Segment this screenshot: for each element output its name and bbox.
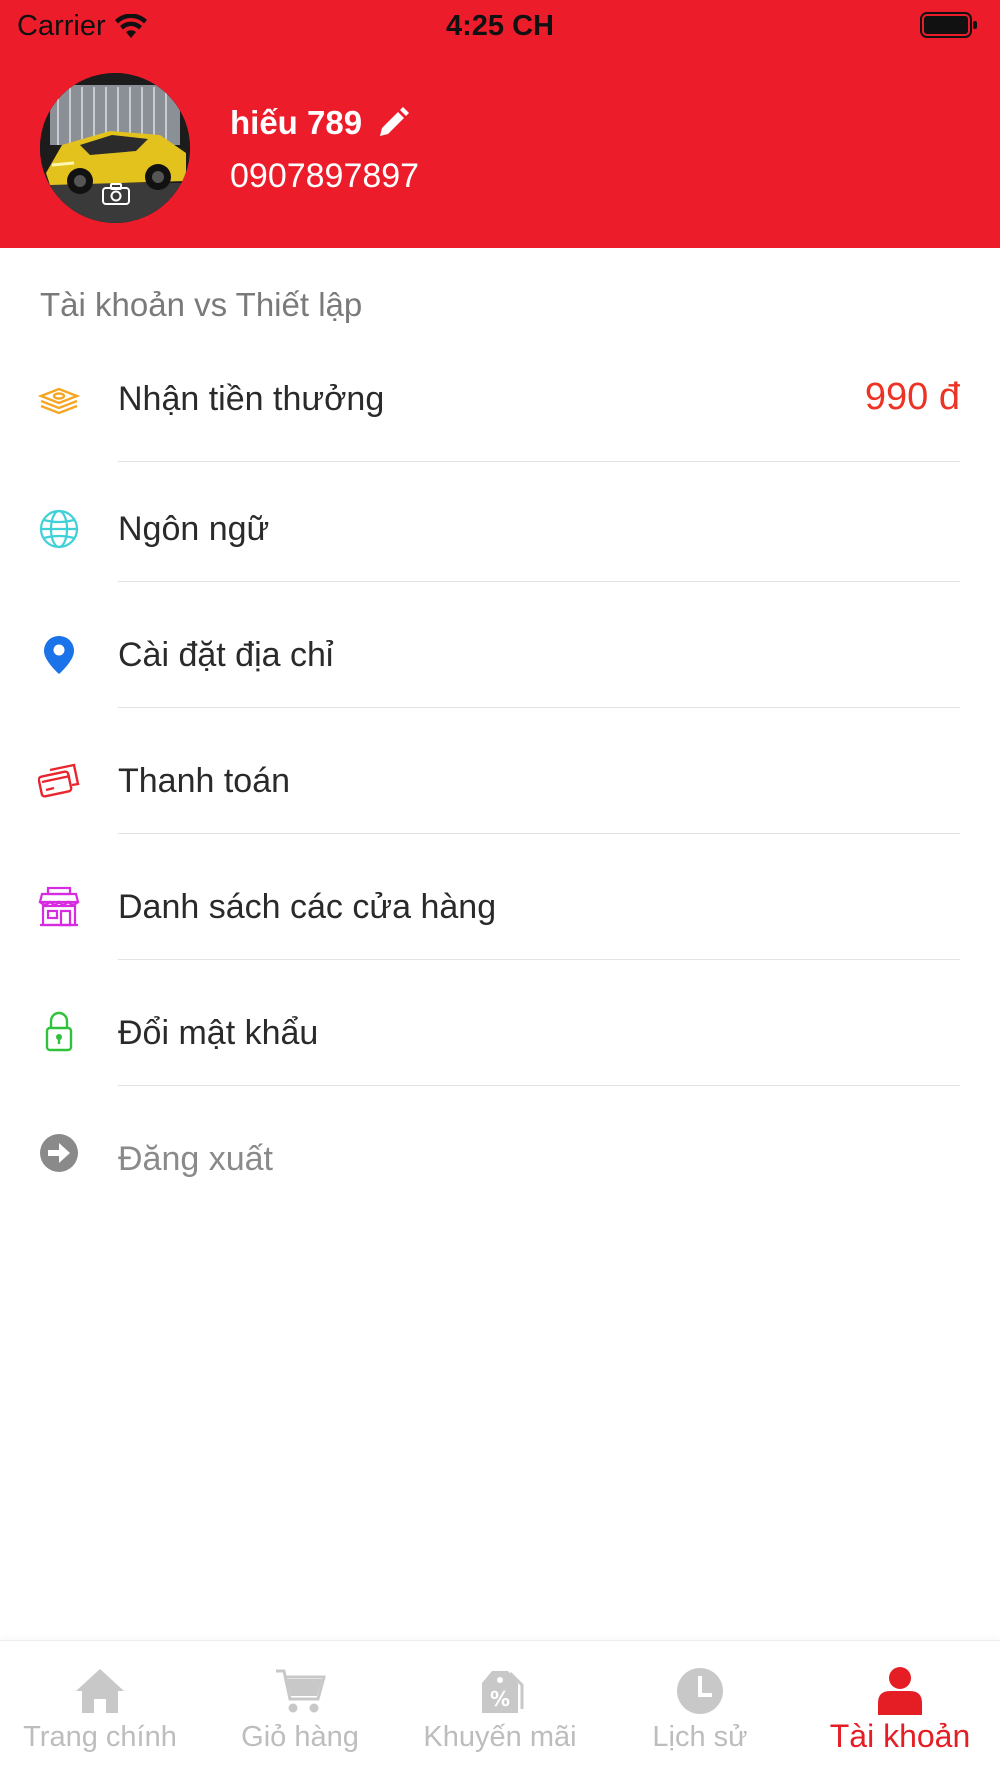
settings-item-label: Đăng xuất [118, 1140, 273, 1178]
profile-name: hiếu 789 [230, 104, 363, 141]
bonus-amount: 990 đ [864, 376, 960, 418]
tab-promotions[interactable]: % Khuyến mãi [400, 1641, 600, 1778]
settings-item-change-password[interactable]: Đổi mật khẩu [0, 960, 1000, 1086]
tab-label: Giỏ hàng [241, 1721, 359, 1753]
credit-card-icon [38, 763, 80, 798]
profile-name-row: hiếu 789 [230, 104, 410, 142]
tab-label: Lịch sử [652, 1721, 748, 1753]
section-title: Tài khoản vs Thiết lập [40, 286, 363, 323]
user-icon [878, 1667, 922, 1715]
status-time: 4:25 CH [446, 10, 554, 42]
settings-item-language[interactable]: Ngôn ngữ [0, 456, 1000, 582]
status-bar: Carrier 4:25 CH [0, 0, 1000, 52]
profile-phone: 0907897897 [230, 157, 420, 195]
tab-label: Trang chính [23, 1721, 177, 1753]
account-screen: Carrier 4:25 CH hiếu 789 0907897897 Tài … [0, 0, 1000, 1778]
settings-item-payment[interactable]: Thanh toán [0, 708, 1000, 834]
logout-arrow-icon [40, 1134, 78, 1172]
globe-icon [39, 509, 79, 549]
settings-item-label: Danh sách các cửa hàng [118, 888, 497, 926]
tab-label: Tài khoản [829, 1718, 971, 1754]
tab-account[interactable]: Tài khoản [800, 1641, 1000, 1778]
avatar[interactable] [40, 73, 190, 223]
svg-text:%: % [490, 1687, 510, 1711]
camera-icon[interactable] [102, 183, 130, 205]
location-pin-icon [44, 636, 74, 674]
pencil-edit-icon[interactable] [376, 106, 410, 140]
settings-item-stores[interactable]: Danh sách các cửa hàng [0, 834, 1000, 960]
discount-tag-icon: % [482, 1671, 524, 1713]
cart-icon [276, 1669, 326, 1713]
settings-item-label: Cài đặt địa chỉ [118, 636, 334, 674]
clock-icon [677, 1668, 723, 1714]
bottom-tab-bar: Trang chính Giỏ hàng % Khuyến mãi Lịch s… [0, 1640, 1000, 1778]
profile-header: Carrier 4:25 CH hiếu 789 0907897897 [0, 0, 1000, 248]
settings-item-label: Thanh toán [118, 762, 291, 800]
lock-icon [45, 1011, 73, 1052]
settings-item-label: Nhận tiền thưởng [118, 380, 385, 418]
store-icon [38, 886, 80, 927]
tab-home[interactable]: Trang chính [0, 1641, 200, 1778]
settings-item-bonus[interactable]: Nhận tiền thưởng 990 đ [0, 336, 1000, 462]
settings-item-address[interactable]: Cài đặt địa chỉ [0, 582, 1000, 708]
home-icon [76, 1669, 124, 1713]
settings-item-label: Ngôn ngữ [118, 510, 270, 548]
battery-icon [920, 12, 977, 38]
tab-history[interactable]: Lịch sử [600, 1641, 800, 1778]
settings-item-label: Đổi mật khẩu [118, 1014, 319, 1052]
money-stack-icon [38, 387, 80, 415]
tab-cart[interactable]: Giỏ hàng [200, 1641, 400, 1778]
settings-item-logout[interactable]: Đăng xuất [0, 1086, 1000, 1212]
tab-label: Khuyến mãi [423, 1721, 577, 1753]
